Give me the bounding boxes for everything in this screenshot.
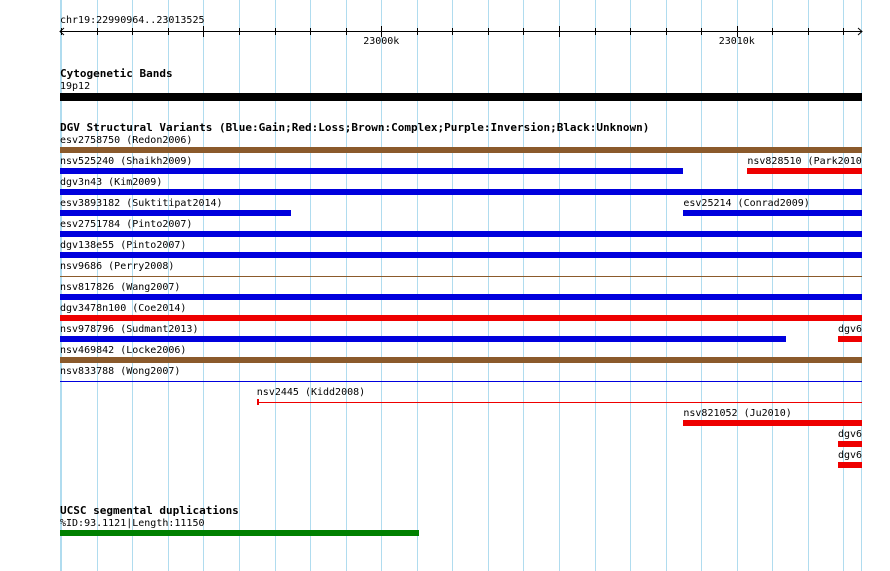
dgv-feature-bar[interactable] bbox=[683, 420, 862, 426]
dgv-feature-bar[interactable] bbox=[60, 357, 862, 363]
dgv-feature-label: nsv2445 (Kidd2008) bbox=[256, 387, 366, 398]
dgv-feature-label: esv2751784 (Pinto2007) bbox=[60, 219, 193, 230]
dgv-feature-label: nsv9686 (Perry2008) bbox=[60, 261, 175, 272]
dgv-feature-label: nsv525240 (Shaikh2009) bbox=[60, 156, 193, 167]
dgv-feature-bar[interactable] bbox=[60, 210, 291, 216]
dgv-feature-label: esv3893182 (Suktitipat2014) bbox=[60, 198, 223, 209]
track-title: UCSC segmental duplications bbox=[60, 504, 239, 517]
dgv-feature-label: nsv469842 (Locke2006) bbox=[60, 345, 187, 356]
dgv-feature-label: dgv6338n5 bbox=[838, 429, 862, 440]
dgv-feature-bar[interactable] bbox=[60, 147, 862, 153]
dgv-feature-bar[interactable] bbox=[256, 402, 862, 403]
dgv-feature-bar[interactable] bbox=[60, 336, 787, 342]
dgv-feature-label: dgv3n43 (Kim2009) bbox=[60, 177, 163, 188]
dgv-feature-bar[interactable] bbox=[838, 462, 862, 468]
dgv-feature-label: dgv6339n5 bbox=[838, 450, 862, 461]
dgv-feature-bar[interactable] bbox=[60, 231, 862, 237]
dgv-feature-bar[interactable] bbox=[747, 168, 862, 174]
dgv-feature-bar[interactable] bbox=[60, 381, 862, 382]
dgv-feature-label: nsv817826 (Wang2007) bbox=[60, 282, 181, 293]
dgv-feature-end-tick bbox=[256, 399, 259, 405]
dgv-feature-label: dgv6337n5 bbox=[838, 324, 862, 335]
dgv-feature-label: esv2758750 (Redon2006) bbox=[60, 135, 193, 146]
dgv-feature-bar[interactable] bbox=[838, 336, 862, 342]
dgv-feature-bar[interactable] bbox=[60, 315, 862, 321]
dgv-feature-label: nsv978796 (Sudmant2013) bbox=[60, 324, 199, 335]
dgv-feature-label: dgv3478n100 (Coe2014) bbox=[60, 303, 187, 314]
dgv-features: esv2758750 (Redon2006) nsv525240 (Shaikh2… bbox=[0, 0, 862, 571]
dgv-feature-bar[interactable] bbox=[60, 168, 684, 174]
segdup-bar[interactable] bbox=[60, 530, 420, 536]
dgv-feature-bar[interactable] bbox=[60, 252, 862, 258]
dgv-feature-bar[interactable] bbox=[60, 276, 862, 277]
dgv-feature-bar[interactable] bbox=[60, 294, 862, 300]
dgv-feature-bar[interactable] bbox=[838, 441, 862, 447]
dgv-feature-label: nsv821052 (Ju2010) bbox=[683, 408, 792, 419]
dgv-feature-label: nsv833788 (Wong2007) bbox=[60, 366, 181, 377]
dgv-feature-bar[interactable] bbox=[683, 210, 862, 216]
dgv-feature-label: nsv828510 (Park2010) bbox=[747, 156, 862, 167]
dgv-feature-label: dgv138e55 (Pinto2007) bbox=[60, 240, 187, 251]
dgv-feature-bar[interactable] bbox=[60, 189, 862, 195]
segdup-label: %ID:93.1121|Length:11150 bbox=[60, 518, 205, 529]
dgv-feature-label: esv25214 (Conrad2009) bbox=[683, 198, 810, 209]
